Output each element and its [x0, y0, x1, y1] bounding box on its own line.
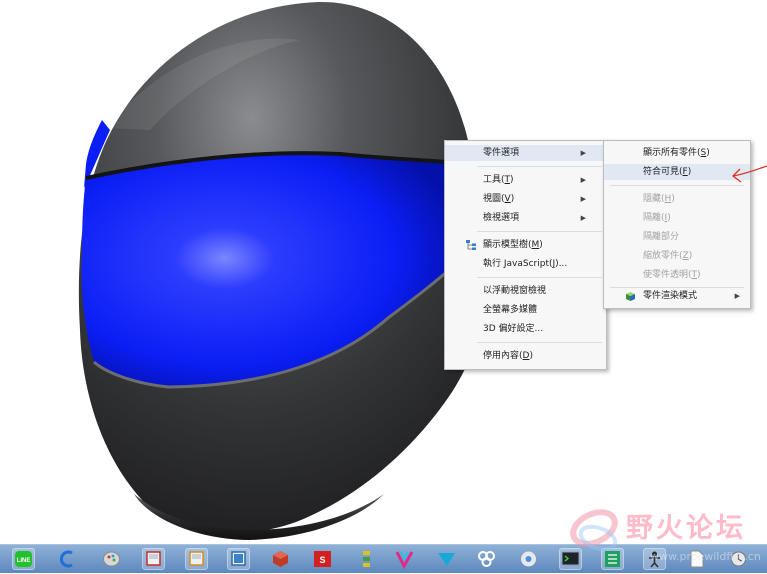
menu-item-3d-preferences[interactable]: 3D 偏好設定...	[445, 321, 606, 337]
menu-item-show-model-tree[interactable]: 顯示模型樹(M)	[445, 237, 606, 253]
menu-separator	[477, 277, 602, 278]
menu-separator	[477, 342, 602, 343]
send-icon[interactable]	[435, 548, 458, 570]
menu-item-tools[interactable]: 工具(T) ▶	[445, 172, 606, 188]
submenu-item-show-all-parts[interactable]: 顯示所有零件(S)	[604, 145, 750, 161]
submenu-arrow-icon: ▶	[580, 176, 586, 184]
submenu-item-make-transparent[interactable]: 使零件透明(T)	[604, 267, 750, 283]
solidworks-icon[interactable]: S	[311, 548, 334, 570]
window-icon[interactable]	[227, 548, 250, 570]
layers-icon[interactable]	[355, 548, 378, 570]
menu-item-part-options[interactable]: 零件選項 ▶	[445, 145, 606, 161]
watermark-url: www.proewildfire.cn	[650, 550, 761, 563]
submenu-arrow-icon: ▶	[580, 149, 586, 157]
submenu-item-hide[interactable]: 隱藏(H)	[604, 191, 750, 207]
submenu-arrow-icon: ▶	[580, 195, 586, 203]
submenu-item-render-mode[interactable]: 零件渲染模式 ▶	[604, 288, 750, 304]
model-tree-icon	[466, 240, 476, 250]
cube-icon[interactable]	[269, 548, 292, 570]
window-icon[interactable]	[142, 548, 165, 570]
render-mode-icon	[626, 292, 635, 301]
annotation-arrow-icon	[732, 165, 767, 183]
context-menu: 零件選項 ▶ 工具(T) ▶ 視圖(V) ▶ 檢視選項 ▶ 顯示模型樹(M) 執行 Ja…	[444, 140, 607, 370]
3d-viewport[interactable]: 零件選項 ▶ 工具(T) ▶ 視圖(V) ▶ 檢視選項 ▶ 顯示模型樹(M) 執行 Ja…	[0, 0, 767, 544]
menu-separator	[477, 231, 602, 232]
submenu-arrow-icon: ▶	[580, 214, 586, 222]
menu-separator	[610, 185, 744, 186]
paint-icon[interactable]	[100, 548, 123, 570]
browser-icon[interactable]	[56, 548, 79, 570]
chrome-icon[interactable]	[517, 548, 540, 570]
network-icon[interactable]	[475, 548, 498, 570]
menu-item-run-javascript[interactable]: 執行 JavaScript(J)...	[445, 256, 606, 272]
svg-text:LINE: LINE	[17, 558, 31, 564]
watermark-text: 野火论坛	[626, 513, 746, 544]
logo-icon[interactable]	[393, 548, 416, 570]
submenu-item-isolate-part[interactable]: 隔離部分	[604, 229, 750, 245]
submenu-item-isolate[interactable]: 隔離(I)	[604, 210, 750, 226]
menu-separator	[477, 166, 602, 167]
submenu-item-zoom-part[interactable]: 縮放零件(Z)	[604, 248, 750, 264]
menu-item-fullscreen-multimedia[interactable]: 全螢幕多媒體	[445, 302, 606, 318]
submenu-arrow-icon: ▶	[734, 292, 740, 300]
menu-item-view-options[interactable]: 檢視選項 ▶	[445, 210, 606, 226]
menu-item-view[interactable]: 視圖(V) ▶	[445, 191, 606, 207]
svg-text:S: S	[319, 555, 325, 565]
line-icon[interactable]: LINE	[12, 548, 35, 570]
menu-item-disable-content[interactable]: 停用內容(D)	[445, 348, 606, 364]
menu-item-floating-window[interactable]: 以浮動視窗檢視	[445, 283, 606, 299]
window-icon[interactable]	[185, 548, 208, 570]
